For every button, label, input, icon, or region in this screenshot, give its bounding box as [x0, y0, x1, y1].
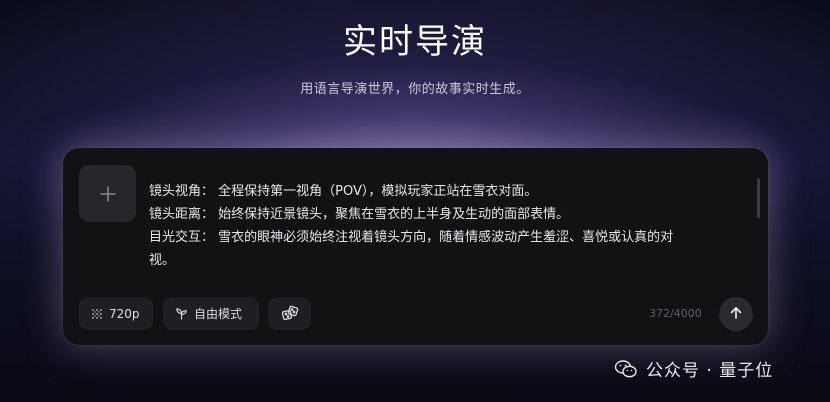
prompt-scrollbar[interactable]	[757, 178, 760, 218]
prompt-line: 镜头视角： 全程保持第一视角（POV），模拟玩家正站在雪衣对面。	[149, 184, 538, 199]
prompt-composer: 镜头视角： 全程保持第一视角（POV），模拟玩家正站在雪衣对面。 镜头距离： 始…	[63, 148, 768, 345]
app-stage: 实时导演 用语言导演世界，你的故事实时生成。 镜头视角： 全程保持第一视角（PO…	[0, 0, 830, 402]
plus-icon	[99, 185, 116, 202]
mode-label: 自由模式	[194, 307, 243, 321]
mode-button[interactable]: 自由模式	[163, 297, 259, 330]
wechat-icon	[614, 359, 638, 379]
sprout-icon	[175, 307, 188, 320]
watermark: 公众号 · 量子位	[614, 356, 773, 381]
prompt-line: 镜头距离： 始终保持近景镜头，聚焦在雪衣的上半身及生动的面部表情。	[149, 207, 570, 222]
dot-grid-icon	[91, 308, 103, 320]
page-title: 实时导演	[343, 22, 487, 62]
dice-icon	[281, 305, 299, 323]
page-subtitle: 用语言导演世界，你的故事实时生成。	[300, 82, 530, 97]
char-counter: 372/4000	[649, 307, 702, 320]
resolution-button[interactable]: 720p	[79, 297, 153, 330]
add-media-button[interactable]	[79, 165, 136, 222]
prompt-text[interactable]: 镜头视角： 全程保持第一视角（POV），模拟玩家正站在雪衣对面。 镜头距离： 始…	[149, 180, 749, 272]
resolution-label: 720p	[109, 306, 140, 321]
send-button[interactable]	[719, 297, 753, 331]
prompt-line: 目光交互： 雪衣的眼神必须始终注视着镜头方向，随着情感波动产生羞涩、喜悦或认真的…	[149, 230, 674, 245]
arrow-up-icon	[729, 305, 743, 324]
random-button[interactable]	[268, 297, 311, 330]
watermark-text: 公众号 · 量子位	[646, 361, 774, 381]
prompt-line: 视。	[149, 253, 176, 268]
